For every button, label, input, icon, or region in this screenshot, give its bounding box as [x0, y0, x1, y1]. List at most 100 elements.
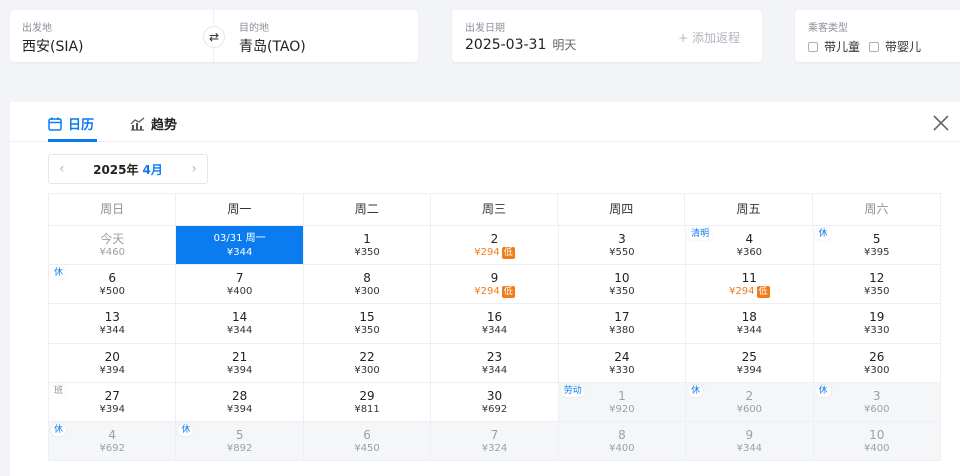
calendar-day-cell[interactable]: 23 ¥344: [431, 343, 559, 382]
calendar-day-cell[interactable]: 21 ¥394: [176, 343, 304, 382]
calendar-day-cell[interactable]: 11 ¥294 低: [686, 265, 814, 304]
calendar-day-cell[interactable]: 3 ¥550: [559, 226, 687, 265]
calendar-day-cell[interactable]: 10 ¥350: [559, 265, 687, 304]
calendar-day-cell[interactable]: 9 ¥294 低: [431, 265, 559, 304]
close-icon[interactable]: [932, 114, 950, 132]
calendar-day-cell[interactable]: 26 ¥300: [814, 343, 941, 382]
day-price: ¥360: [736, 247, 763, 258]
day-number: 18: [741, 310, 757, 325]
calendar-day-cell[interactable]: 休 5 ¥395: [814, 226, 941, 265]
day-number: 1: [363, 232, 371, 246]
day-price-line: ¥344: [49, 324, 175, 338]
from-field[interactable]: 西安(SIA): [22, 36, 84, 56]
day-price-line: ¥330: [814, 324, 940, 338]
day-price-line: ¥300: [304, 364, 430, 378]
day-number: 7: [490, 427, 499, 442]
calendar-day-cell[interactable]: 7 ¥400: [176, 265, 304, 304]
day-number: 30: [486, 388, 503, 403]
calendar-icon: [48, 117, 62, 131]
calendar-day-cell[interactable]: 休 6 ¥500: [49, 265, 177, 304]
calendar-day-cell[interactable]: 12 ¥350: [814, 265, 941, 304]
prev-month-button[interactable]: ‹: [59, 161, 65, 177]
calendar-day-cell[interactable]: 休 2 ¥600: [686, 382, 814, 421]
calendar-day-cell[interactable]: 休 4 ¥692: [49, 421, 177, 461]
day-price: ¥330: [864, 325, 890, 337]
date-box[interactable]: 出发日期 2025-03-31 明天 + 添加返程: [452, 10, 762, 62]
calendar-day-cell[interactable]: 班 27 ¥394: [49, 382, 177, 421]
calendar-day-cell[interactable]: 25 ¥394: [686, 343, 814, 382]
calendar-day-cell[interactable]: 1 ¥350: [304, 226, 432, 265]
calendar-day-cell[interactable]: 2 ¥294 低: [431, 226, 559, 265]
weekday-header-cell: 周一: [176, 194, 304, 225]
day-number: 13: [104, 310, 120, 325]
day-price: ¥330: [609, 364, 635, 376]
day-number: 4: [108, 427, 117, 442]
calendar-day-cell[interactable]: 24 ¥330: [559, 343, 687, 382]
calendar-day-cell[interactable]: 03/31 周一 ¥344: [176, 226, 304, 265]
calendar-day-cell[interactable]: 8 ¥300: [304, 265, 432, 304]
child-checkbox[interactable]: 带儿童: [808, 38, 860, 55]
day-price: ¥350: [354, 325, 380, 337]
calendar-day-cell[interactable]: 休 3 ¥600: [813, 382, 941, 421]
day-price-line: ¥692: [431, 403, 557, 417]
calendar-day-cell[interactable]: 劳动 1 ¥920: [558, 382, 687, 421]
day-price: ¥460: [99, 247, 125, 258]
day-number: 10: [869, 427, 885, 442]
day-price: ¥324: [481, 442, 508, 454]
calendar-day-cell[interactable]: 14 ¥344: [176, 304, 304, 343]
add-return-button[interactable]: + 添加返程: [678, 29, 740, 46]
holiday-tag: 劳动: [560, 384, 585, 397]
calendar-day-cell[interactable]: 28 ¥394: [176, 382, 304, 421]
calendar-day-cell[interactable]: 休 5 ¥892: [176, 421, 304, 461]
calendar-day-cell[interactable]: 13 ¥344: [49, 304, 177, 343]
holiday-tag: 休: [688, 384, 704, 397]
calendar-day-cell[interactable]: 清明 4 ¥360: [686, 226, 814, 265]
calendar-week-row: 班 27 ¥394 28 ¥394 29 ¥811 30 ¥692 劳动 1 ¥920 休 2 ¥600 休 3…: [48, 382, 941, 422]
day-price-line: ¥500: [49, 285, 175, 299]
day-price-line: ¥350: [559, 285, 685, 299]
calendar-day-cell[interactable]: 15 ¥350: [304, 304, 432, 343]
weekday-header-cell: 周日: [49, 194, 177, 225]
calendar-day-cell[interactable]: 20 ¥394: [49, 343, 177, 382]
day-price-line: ¥350: [304, 246, 430, 260]
day-price-line: ¥400: [814, 442, 940, 456]
date-field[interactable]: 2025-03-31 明天: [465, 36, 576, 53]
calendar-day-cell[interactable]: 30 ¥692: [431, 382, 559, 421]
calendar-day-cell[interactable]: 8 ¥400: [558, 421, 687, 461]
next-month-button[interactable]: ›: [191, 161, 197, 177]
calendar-day-cell[interactable]: 今天 ¥460: [49, 226, 177, 265]
day-price-line: ¥600: [686, 403, 812, 417]
calendar-day-cell[interactable]: 16 ¥344: [431, 304, 559, 343]
calendar-day-cell[interactable]: 18 ¥344: [686, 304, 814, 343]
calendar-day-cell[interactable]: 9 ¥344: [686, 421, 814, 461]
calendar-day-cell[interactable]: 7 ¥324: [431, 421, 559, 461]
day-price-line: ¥350: [814, 285, 940, 299]
checkbox-icon: [808, 41, 818, 52]
infant-checkbox[interactable]: 带婴儿: [869, 38, 921, 55]
day-price: ¥300: [354, 364, 380, 376]
calendar-day-cell[interactable]: 17 ¥380: [559, 304, 687, 343]
swap-icon[interactable]: ⇄: [203, 26, 225, 48]
calendar-day-cell[interactable]: 10 ¥400: [813, 421, 941, 461]
calendar-day-cell[interactable]: 29 ¥811: [304, 382, 432, 421]
day-number: 9: [745, 427, 754, 442]
tab-calendar[interactable]: 日历: [48, 114, 94, 133]
calendar-day-cell[interactable]: 22 ¥300: [304, 343, 432, 382]
day-number: 29: [359, 388, 375, 403]
day-number: 8: [363, 271, 371, 286]
to-field[interactable]: 青岛(TAO): [239, 36, 306, 56]
day-price: ¥380: [609, 325, 635, 337]
calendar-day-cell[interactable]: 6 ¥450: [303, 421, 432, 461]
day-price: ¥892: [226, 442, 253, 454]
day-number: 12: [869, 271, 885, 286]
day-price: ¥600: [864, 403, 890, 415]
tab-trend[interactable]: 趋势: [130, 114, 177, 133]
calendar-day-cell[interactable]: 19 ¥330: [814, 304, 941, 343]
day-price-line: ¥324: [431, 442, 557, 456]
calendar-week-row: 13 ¥344 14 ¥344 15 ¥350 16 ¥344 17 ¥380 18 ¥344 19 ¥3…: [48, 304, 941, 344]
checkbox-icon: [869, 41, 879, 52]
holiday-tag: 休: [178, 423, 194, 436]
infant-label: 带婴儿: [885, 40, 922, 54]
weekday-header-cell: 周二: [304, 194, 431, 225]
day-price-line: ¥344: [176, 246, 302, 260]
